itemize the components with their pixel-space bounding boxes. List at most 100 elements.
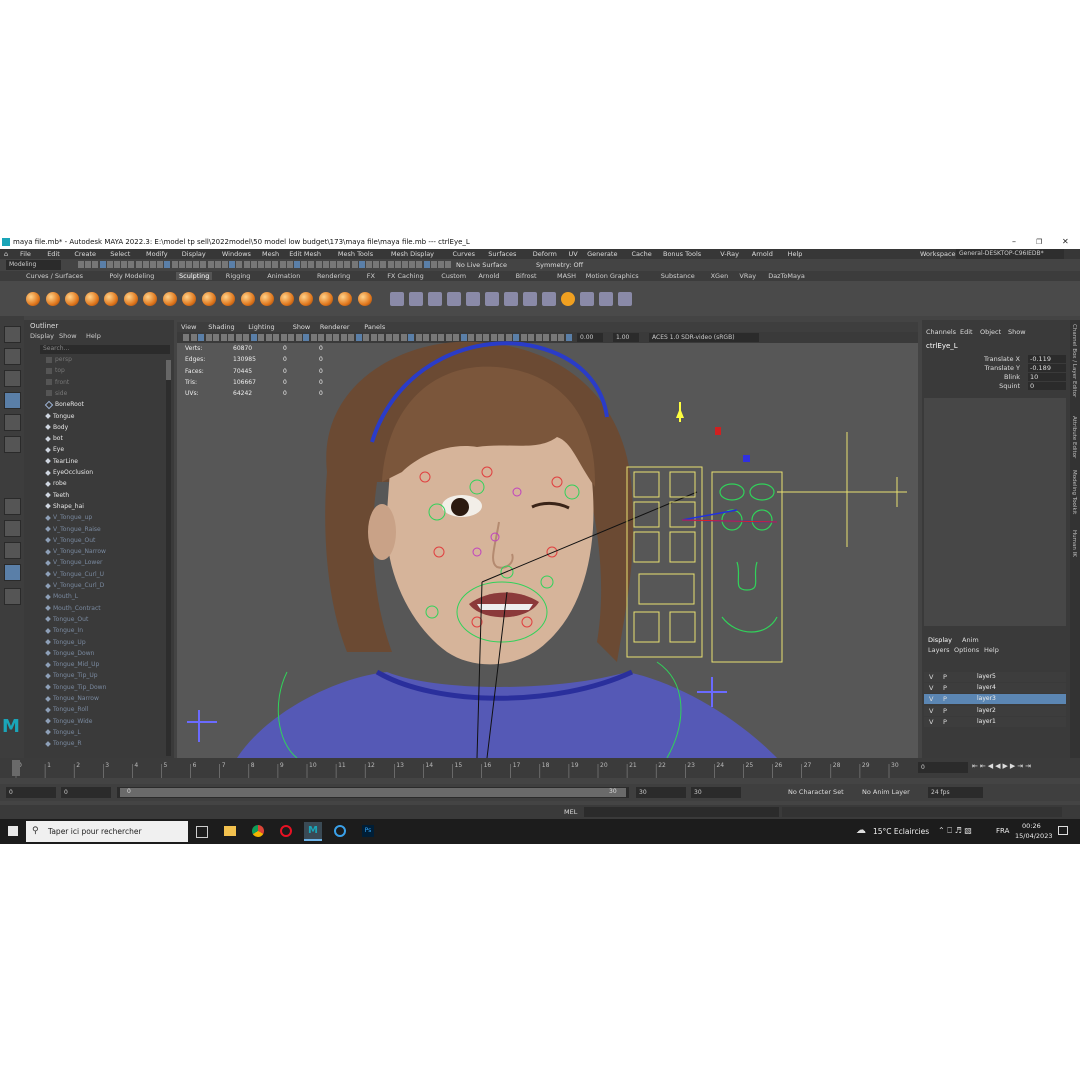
layer-menu-help[interactable]: Help	[984, 646, 999, 654]
single-pane-icon[interactable]	[4, 498, 21, 515]
layer-menu-layers[interactable]: Layers	[928, 646, 950, 654]
outliner-item-tongue-up[interactable]: Tongue_Up	[45, 639, 86, 650]
opera-icon[interactable]	[280, 825, 292, 837]
status-tool-icon[interactable]	[142, 261, 149, 268]
clock-date[interactable]: 15/04/2023	[1015, 832, 1052, 840]
status-tool-icon[interactable]	[423, 261, 430, 268]
side-tab-modeling-toolkit[interactable]: Modeling Toolkit	[1071, 470, 1077, 514]
outliner-item-bot[interactable]: bot	[45, 435, 63, 446]
workspace-dropdown[interactable]: General-DESKTOP-C96IEDB*	[956, 249, 1064, 259]
menu-surfaces[interactable]: Surfaces	[488, 250, 516, 258]
outliner-item-eyeocclusion[interactable]: EyeOcclusion	[45, 469, 93, 480]
home-icon[interactable]: ⌂	[4, 250, 8, 258]
outliner-item-v-tongue-curl-d[interactable]: V_Tongue_Curl_D	[45, 582, 104, 593]
shelf-tab-curves-surfaces[interactable]: Curves / Surfaces	[26, 272, 83, 280]
channel-box-menu-show[interactable]: Show	[1008, 328, 1026, 336]
layer-visibility-toggle[interactable]: V	[929, 707, 933, 715]
shelf-tab-animation[interactable]: Animation	[267, 272, 300, 280]
lasso-tool-icon[interactable]	[4, 348, 21, 365]
shelf-tab-rendering[interactable]: Rendering	[317, 272, 350, 280]
end-frame-field[interactable]: 30	[636, 787, 686, 798]
status-tool-icon[interactable]	[135, 261, 142, 268]
sculpt-brush-icon[interactable]	[65, 292, 79, 306]
outliner-item-teeth[interactable]: Teeth	[45, 492, 69, 503]
sculpt-brush-icon[interactable]	[162, 292, 177, 306]
outliner-item-tearline[interactable]: TearLine	[45, 458, 78, 469]
sculpt-brush-icon[interactable]	[260, 292, 274, 306]
taskbar-search-box[interactable]: ⚲ Taper ici pour rechercher	[26, 821, 188, 842]
menu-edit[interactable]: Edit	[47, 250, 60, 258]
menu-modify[interactable]: Modify	[146, 250, 168, 258]
sculpt-brush-icon[interactable]	[26, 292, 40, 306]
sculpt-tool-icon[interactable]	[580, 292, 594, 306]
layer-visibility-toggle[interactable]: V	[929, 684, 933, 692]
outliner-menu-show[interactable]: Show	[59, 332, 77, 340]
shelf-tab-fx-caching[interactable]: FX Caching	[387, 272, 424, 280]
shelf-tab-rigging[interactable]: Rigging	[226, 272, 251, 280]
menu-mesh[interactable]: Mesh	[262, 250, 279, 258]
sculpt-brush-icon[interactable]	[201, 292, 216, 306]
outliner-item-tongue-tip-down[interactable]: Tongue_Tip_Down	[45, 684, 106, 695]
four-pane-icon[interactable]	[4, 520, 21, 537]
channel-blink[interactable]: Blink 10	[924, 373, 1066, 382]
range-slider[interactable]: 0 30	[117, 787, 629, 798]
file-explorer-icon[interactable]	[224, 826, 236, 836]
clock-time[interactable]: 00:26	[1022, 822, 1041, 830]
layer-playback-toggle[interactable]: P	[943, 673, 947, 681]
select-tool-icon[interactable]	[4, 326, 21, 343]
layer-visibility-toggle[interactable]: V	[929, 695, 933, 703]
layer-visibility-toggle[interactable]: V	[929, 718, 933, 726]
outliner-menu-help[interactable]: Help	[86, 332, 101, 340]
status-tool-icon[interactable]	[186, 261, 192, 268]
status-tool-icon[interactable]	[229, 261, 236, 268]
close-icon[interactable]: ✕	[1062, 237, 1069, 246]
layer-playback-toggle[interactable]: P	[943, 718, 947, 726]
status-tool-icon[interactable]	[250, 261, 257, 268]
menu-help[interactable]: Help	[788, 250, 803, 258]
anim-start-field[interactable]: 0	[61, 787, 111, 798]
menu-file[interactable]: File	[20, 250, 31, 258]
outliner-menu-display[interactable]: Display	[30, 332, 54, 340]
status-tool-icon[interactable]	[416, 261, 423, 268]
sculpt-tool-icon[interactable]	[618, 292, 632, 306]
status-tool-icon[interactable]	[243, 261, 250, 268]
status-tool-icon[interactable]	[279, 261, 286, 268]
outliner-item-tongue-in[interactable]: Tongue_In	[45, 627, 83, 638]
sculpt-brush-icon[interactable]	[279, 292, 294, 306]
sculpt-brush-icon[interactable]	[299, 292, 313, 306]
sculpt-tool-icon[interactable]	[485, 292, 499, 306]
weather-text[interactable]: 15°C Eclaircies	[873, 827, 929, 836]
status-tool-icon[interactable]	[286, 261, 293, 268]
status-tool-icon[interactable]	[121, 261, 128, 268]
photoshop-icon[interactable]: Ps	[362, 825, 374, 837]
menu-mesh-tools[interactable]: Mesh Tools	[338, 250, 373, 258]
status-tool-icon[interactable]	[294, 261, 300, 268]
status-tool-icon[interactable]	[402, 261, 408, 268]
menu-bonus-tools[interactable]: Bonus Tools	[663, 250, 701, 258]
keyboard-language[interactable]: FRA	[996, 827, 1009, 835]
sculpt-tool-icon[interactable]	[409, 292, 423, 306]
menu-select[interactable]: Select	[110, 250, 130, 258]
sculpt-tool-icon[interactable]	[390, 292, 404, 306]
outliner-item-v-tongue-raise[interactable]: V_Tongue_Raise	[45, 526, 101, 537]
sculpt-brush-icon[interactable]	[45, 292, 60, 306]
sculpt-brush-icon[interactable]	[357, 292, 372, 306]
side-tab-channel-box-layer-editor[interactable]: Channel Box / Layer Editor	[1071, 324, 1077, 397]
status-tool-icon[interactable]	[315, 261, 322, 268]
mode-dropdown[interactable]: Modeling	[6, 260, 61, 270]
maximize-icon[interactable]: ❐	[1036, 238, 1042, 246]
rotate-tool-icon[interactable]	[4, 414, 21, 431]
status-tool-icon[interactable]	[150, 261, 156, 268]
anim-end-field[interactable]: 30	[691, 787, 741, 798]
status-tool-icon[interactable]	[272, 261, 279, 268]
status-tool-icon[interactable]	[78, 261, 84, 268]
outliner-item-shape-hai[interactable]: Shape_hai	[45, 503, 84, 514]
status-tool-icon[interactable]	[236, 261, 243, 268]
outliner-item-tongue-l[interactable]: Tongue_L	[45, 729, 81, 740]
outliner-item-v-tongue-lower[interactable]: V_Tongue_Lower	[45, 559, 103, 570]
sculpt-brush-icon[interactable]	[221, 292, 235, 306]
tray-icons[interactable]: ⌃ ⎕ ♬ ▧	[938, 826, 972, 836]
status-tool-icon[interactable]	[200, 261, 207, 268]
shelf-tab-arnold[interactable]: Arnold	[478, 272, 499, 280]
status-tool-icon[interactable]	[301, 261, 308, 268]
